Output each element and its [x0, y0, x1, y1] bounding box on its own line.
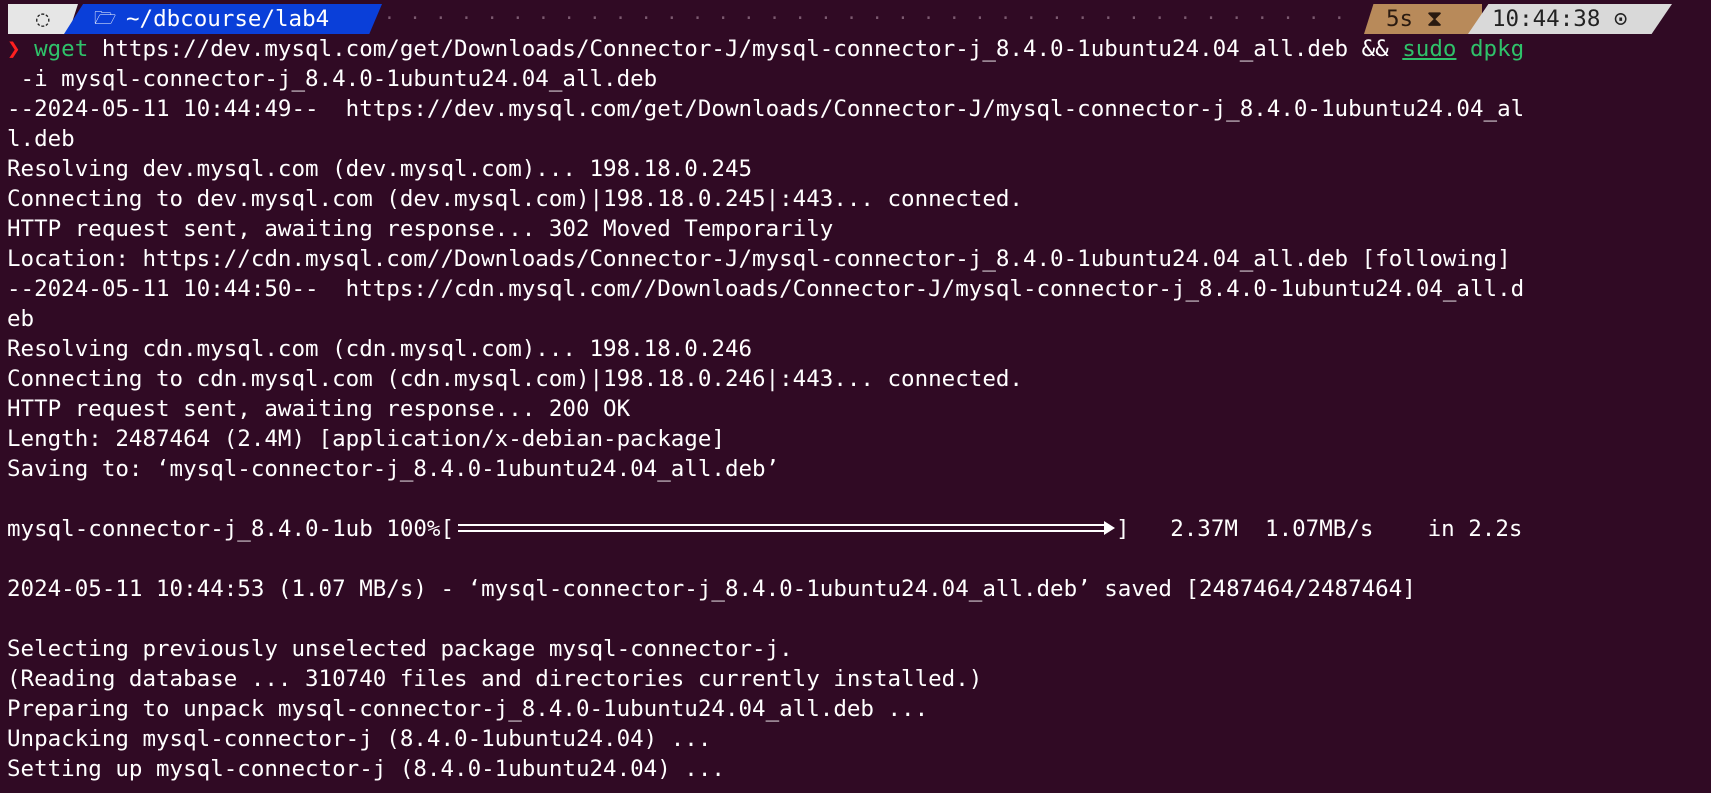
- output-line: Connecting to cdn.mysql.com (cdn.mysql.c…: [7, 366, 1023, 392]
- download-progress-line: mysql-connector-j_8.4.0-1ub 100%[ ] 2.37M…: [7, 514, 1707, 544]
- folder-icon: 🗁: [94, 8, 117, 29]
- output-line: Unpacking mysql-connector-j (8.4.0-1ubun…: [7, 726, 712, 752]
- output-line: Connecting to dev.mysql.com (dev.mysql.c…: [7, 186, 1023, 212]
- command-line: ❯ wget https://dev.mysql.com/get/Downloa…: [7, 34, 1707, 64]
- output-line: (Reading database ... 310740 files and d…: [7, 666, 983, 692]
- output-line: HTTP request sent, awaiting response... …: [7, 396, 631, 422]
- command-dpkg: dpkg: [1470, 36, 1525, 62]
- progress-arrow-icon: [1104, 520, 1116, 535]
- command-wget-args: https://dev.mysql.com/get/Downloads/Conn…: [88, 36, 1403, 62]
- terminal-output[interactable]: ❯ wget https://dev.mysql.com/get/Downloa…: [7, 34, 1707, 784]
- output-line: Setting up mysql-connector-j (8.4.0-1ubu…: [7, 756, 725, 782]
- output-line: HTTP request sent, awaiting response... …: [7, 216, 834, 242]
- command-wget: wget: [34, 36, 89, 62]
- prompt-bar: ◌ 🗁 ~/dbcourse/lab4 · · · · · · · · · · …: [0, 4, 1711, 34]
- progress-stats: ] 2.37M 1.07MB/s in 2.2s: [1116, 516, 1523, 542]
- output-line: 2024-05-11 10:44:53 (1.07 MB/s) - ‘mysql…: [7, 576, 1416, 602]
- command-duration: 5s ⧗: [1386, 6, 1443, 32]
- output-line: --2024-05-11 10:44:50-- https://cdn.mysq…: [7, 276, 1525, 302]
- clock-segment: 10:44:38 ⊙: [1468, 4, 1672, 34]
- output-line: Preparing to unpack mysql-connector-j_8.…: [7, 696, 929, 722]
- progress-label: mysql-connector-j_8.4.0-1ub 100%[: [7, 516, 455, 542]
- ubuntu-icon: ◌: [36, 6, 50, 32]
- output-line: Resolving cdn.mysql.com (cdn.mysql.com).…: [7, 336, 753, 362]
- output-line: l.deb: [7, 126, 75, 152]
- output-line: eb: [7, 306, 35, 332]
- prompt-chevron-icon: ❯: [7, 36, 21, 62]
- progress-bar: [454, 519, 1116, 537]
- path-segment: 🗁 ~/dbcourse/lab4: [64, 4, 382, 34]
- command-sudo: sudo: [1402, 36, 1457, 62]
- output-line: Resolving dev.mysql.com (dev.mysql.com).…: [7, 156, 753, 182]
- output-line: Length: 2487464 (2.4M) [application/x-de…: [7, 426, 725, 452]
- prompt-clock: 10:44:38 ⊙: [1492, 6, 1628, 32]
- output-line: Location: https://cdn.mysql.com//Downloa…: [7, 246, 1511, 272]
- current-path: ~/dbcourse/lab4: [126, 6, 330, 32]
- output-line: Saving to: ‘mysql-connector-j_8.4.0-1ubu…: [7, 456, 780, 482]
- terminal-window[interactable]: ◌ 🗁 ~/dbcourse/lab4 · · · · · · · · · · …: [0, 0, 1711, 793]
- prompt-filler-dots: · · · · · · · · · · · · · · · · · · · · …: [384, 8, 1358, 29]
- duration-segment: 5s ⧗: [1364, 4, 1482, 34]
- command-continuation: -i mysql-connector-j_8.4.0-1ubuntu24.04_…: [7, 66, 658, 92]
- output-line: --2024-05-11 10:44:49-- https://dev.mysq…: [7, 96, 1525, 122]
- output-line: Selecting previously unselected package …: [7, 636, 793, 662]
